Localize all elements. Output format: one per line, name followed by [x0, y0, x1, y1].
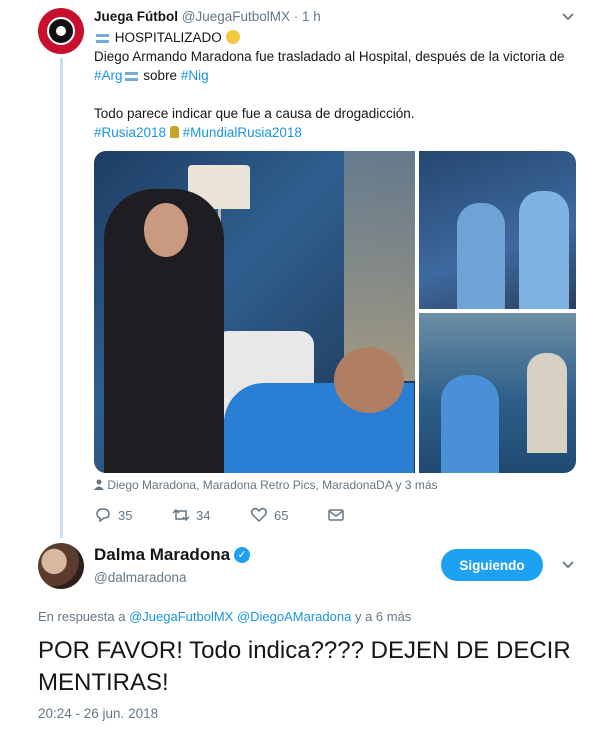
verified-icon: ✓ — [234, 547, 251, 563]
quoted-line-3-mid: sobre — [143, 68, 178, 83]
person-icon — [94, 479, 104, 490]
reply-to-line: En respuesta a @JuegaFutbolMX @DiegoAMar… — [38, 609, 411, 624]
dalma-avatar[interactable] — [38, 543, 84, 589]
reply-handle-diegoamaradona[interactable]: @DiegoAMaradona — [237, 609, 351, 624]
quoted-line-2: Diego Armando Maradona fue trasladado al… — [94, 49, 565, 64]
argentina-flag-icon — [124, 71, 138, 81]
juega-futbol-avatar[interactable] — [38, 8, 84, 54]
quoted-headline: HOSPITALIZADO — [114, 30, 222, 45]
photo-tags[interactable]: Diego Maradona, Maradona Retro Pics, Mar… — [94, 478, 438, 492]
main-author-name: Dalma Maradona — [94, 545, 231, 564]
retweet-count: 34 — [196, 507, 211, 523]
photo-credit-text: Diego Maradona, Maradona Retro Pics, Mar… — [107, 478, 438, 492]
reply-suffix[interactable]: y a 6 más — [355, 609, 411, 624]
reply-prefix: En respuesta a — [38, 609, 126, 624]
message-icon — [328, 509, 344, 521]
quoted-hashtags: #Rusia2018 #MundialRusia2018 — [94, 123, 302, 142]
like-button[interactable]: 65 — [250, 506, 288, 524]
reply-icon — [96, 508, 110, 523]
following-button[interactable]: Siguiendo — [441, 549, 543, 581]
quoted-line-3: #Arg sobre #Nig — [94, 66, 209, 85]
thread-line — [60, 58, 63, 538]
like-count: 65 — [274, 507, 289, 523]
reply-button[interactable]: 35 — [94, 506, 132, 524]
photo-bottom-right[interactable] — [419, 313, 576, 473]
message-button[interactable] — [327, 506, 345, 524]
scared-emoji-icon — [225, 30, 240, 44]
like-icon — [250, 507, 268, 523]
chevron-down-icon[interactable] — [561, 557, 575, 575]
argentina-flag-icon — [96, 33, 109, 43]
quoted-author-name[interactable]: Juega Fútbol — [94, 9, 178, 24]
hashtag-nig[interactable]: #Nig — [181, 68, 209, 83]
main-author-handle[interactable]: @dalmaradona — [94, 570, 187, 585]
main-tweet-timestamp[interactable]: 20:24 - 26 jun. 2018 — [38, 706, 158, 721]
reply-handle-juegafutbol[interactable]: @JuegaFutbolMX — [129, 609, 233, 624]
quoted-line-4: Todo parece indicar que fue a causa de d… — [94, 106, 415, 121]
photo-grid — [94, 151, 576, 473]
quoted-tweet-time[interactable]: · 1 h — [294, 9, 321, 24]
hashtag-rusia2018[interactable]: #Rusia2018 — [94, 125, 166, 140]
main-tweet-text: POR FAVOR! Todo indica???? DEJEN DE DECI… — [38, 637, 571, 696]
chevron-down-icon[interactable] — [561, 9, 575, 25]
hashtag-mundialrusia2018[interactable]: #MundialRusia2018 — [183, 125, 302, 140]
photo-top-right[interactable] — [419, 151, 576, 309]
quoted-line-1: HOSPITALIZADO — [94, 28, 240, 47]
reply-count: 35 — [118, 507, 133, 523]
photo-main[interactable] — [94, 151, 415, 473]
quoted-author-handle[interactable]: @JuegaFutbolMX — [182, 9, 290, 24]
trophy-emoji-icon — [169, 126, 179, 138]
main-author[interactable]: Dalma Maradona ✓ — [94, 545, 251, 565]
hashtag-arg[interactable]: #Arg — [94, 68, 123, 83]
retweet-icon — [172, 508, 190, 522]
quoted-tweet-header: Juega Fútbol @JuegaFutbolMX · 1 h — [94, 9, 321, 24]
retweet-button[interactable]: 34 — [172, 506, 210, 524]
